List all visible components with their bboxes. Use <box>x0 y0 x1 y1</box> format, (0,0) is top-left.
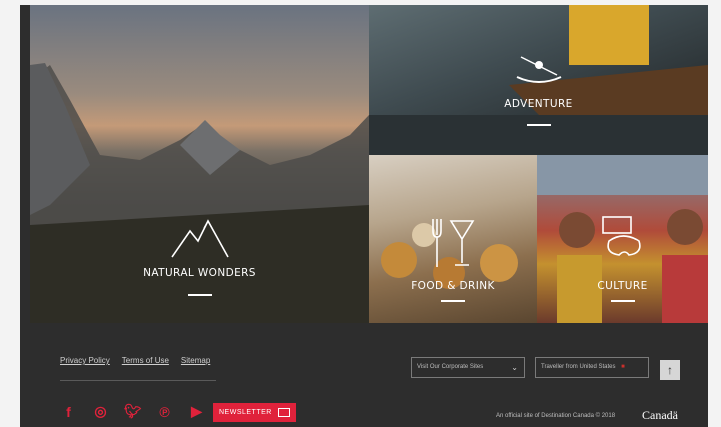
fork-glass-icon <box>431 217 475 269</box>
chevron-down-icon: ⌄ <box>511 363 518 372</box>
tile-underline <box>187 294 212 296</box>
kayak-icon <box>511 53 567 89</box>
tile-label: CULTURE <box>597 280 648 292</box>
instagram-icon[interactable]: ◎ <box>92 403 109 420</box>
newsletter-label: NEWSLETTER <box>219 409 272 416</box>
social-links: f ◎ 🐦︎ ℗ ▶ <box>60 403 205 420</box>
tile-adventure[interactable]: ADVENTURE <box>369 5 708 155</box>
page-container: NATURAL WONDERS ADVENTURE FOOD & DRINK C… <box>20 5 708 427</box>
newsletter-button[interactable]: NEWSLETTER <box>213 403 296 422</box>
back-to-top-button[interactable]: ↑ <box>660 360 680 380</box>
terms-of-use-link[interactable]: Terms of Use <box>122 356 169 365</box>
footer-links: Privacy Policy Terms of Use Sitemap <box>60 356 210 365</box>
envelope-icon <box>278 408 290 417</box>
tile-natural-wonders[interactable]: NATURAL WONDERS <box>30 5 369 323</box>
youtube-icon[interactable]: ▶ <box>188 403 205 420</box>
tile-underline <box>441 300 465 302</box>
footer-divider <box>60 380 216 381</box>
tile-underline <box>610 300 635 302</box>
traveller-location-select[interactable]: Traveller from United States ■ <box>535 357 649 378</box>
sitemap-link[interactable]: Sitemap <box>181 356 210 365</box>
corporate-sites-select[interactable]: Visit Our Corporate Sites ⌄ <box>411 357 525 378</box>
twitter-icon[interactable]: 🐦︎ <box>124 403 142 420</box>
facebook-icon[interactable]: f <box>60 404 77 420</box>
corporate-sites-value: Visit Our Corporate Sites <box>417 364 484 370</box>
mountain-icon <box>170 215 230 260</box>
official-site-text: An official site of Destination Canada ©… <box>496 413 616 419</box>
site-footer: Privacy Policy Terms of Use Sitemap Visi… <box>30 323 708 427</box>
tile-food-drink[interactable]: FOOD & DRINK <box>369 155 537 323</box>
tile-label: ADVENTURE <box>504 98 573 110</box>
canada-wordmark[interactable]: Canadä <box>642 408 678 423</box>
traveller-location-value: Traveller from United States <box>541 364 616 370</box>
tile-label: FOOD & DRINK <box>411 280 495 292</box>
tile-label: NATURAL WONDERS <box>143 267 256 279</box>
pinterest-icon[interactable]: ℗ <box>156 404 173 420</box>
arrow-up-icon: ↑ <box>667 363 673 377</box>
palette-icon <box>599 213 647 261</box>
tile-underline <box>526 124 551 126</box>
tile-culture[interactable]: CULTURE <box>537 155 708 323</box>
privacy-policy-link[interactable]: Privacy Policy <box>60 356 110 365</box>
us-flag-icon: ■ <box>621 364 625 370</box>
